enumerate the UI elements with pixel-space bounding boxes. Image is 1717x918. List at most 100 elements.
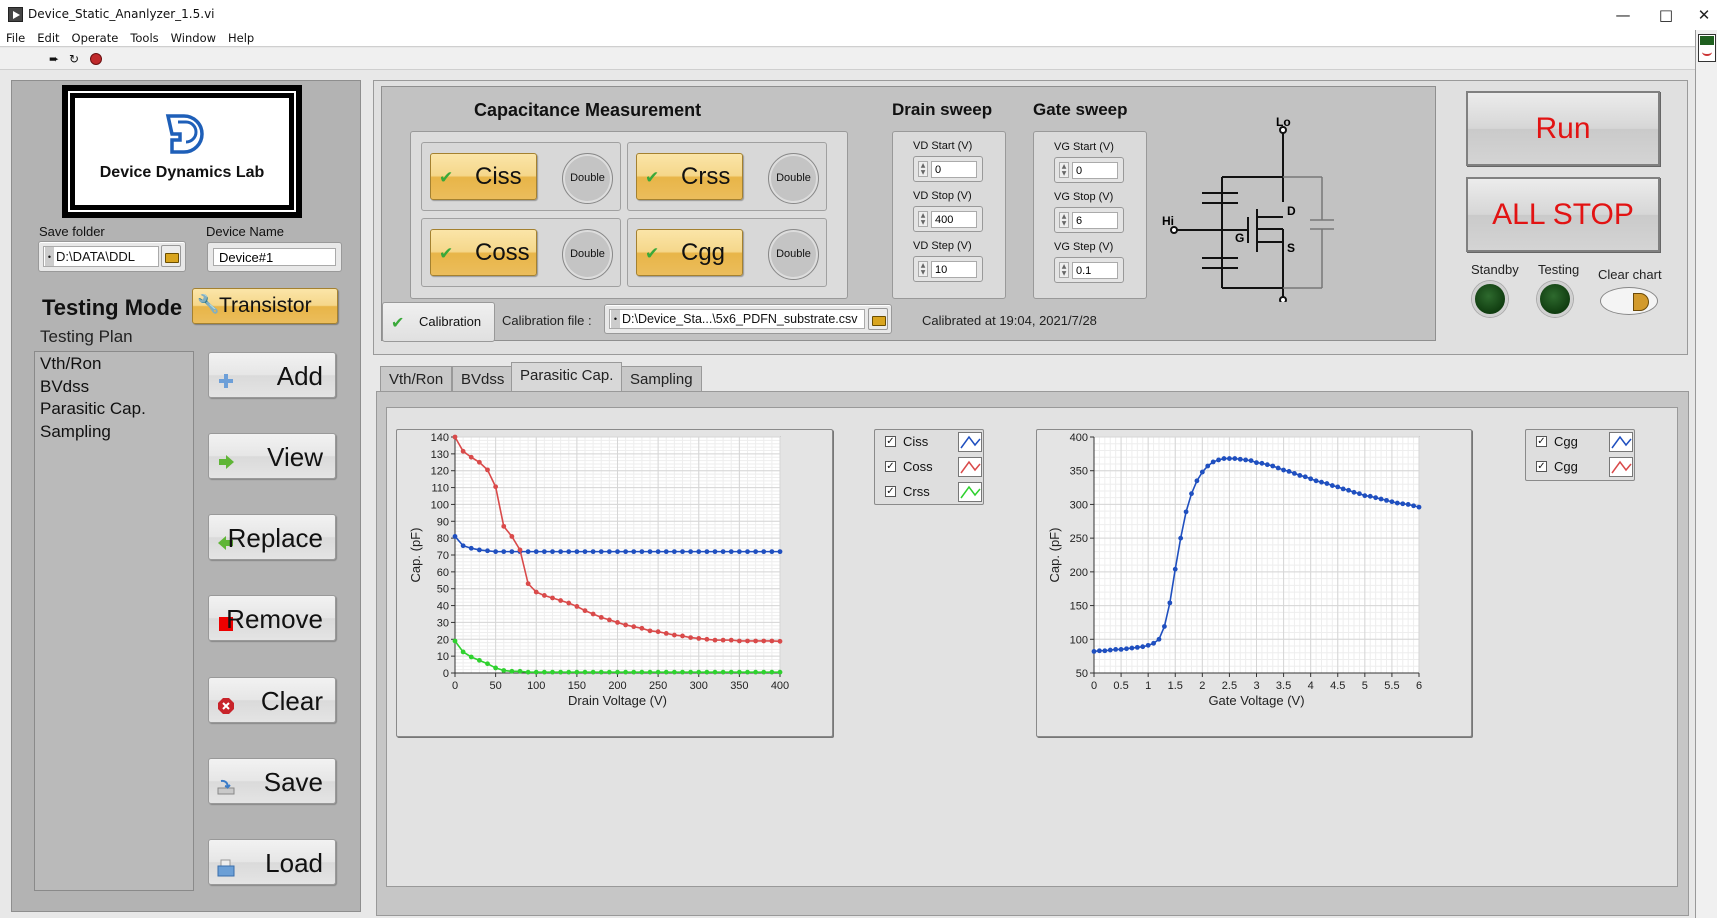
calibration-browse-button[interactable] xyxy=(868,308,888,330)
testing-plan-list[interactable]: Vth/Ron BVdss Parasitic Cap. Sampling xyxy=(34,351,194,891)
ciss-plot-swatch[interactable] xyxy=(958,432,982,452)
data-point xyxy=(509,668,515,674)
spinner-icon[interactable]: ▲ ▼ xyxy=(1059,212,1069,228)
menu-tools[interactable]: Tools xyxy=(124,30,164,46)
vd-start-input[interactable] xyxy=(931,161,977,178)
clear-chart-toggle[interactable] xyxy=(1600,287,1658,315)
run-continuously-icon[interactable]: ↻ xyxy=(67,52,81,66)
data-point xyxy=(533,669,539,675)
menu-window[interactable]: Window xyxy=(165,30,222,46)
coss-toggle[interactable]: ✔ Coss xyxy=(430,229,537,276)
run-arrow-icon[interactable]: ➨ xyxy=(47,52,61,66)
crss-plot-swatch[interactable] xyxy=(958,482,982,502)
vd-stop-input[interactable] xyxy=(931,211,977,228)
menu-file[interactable]: File xyxy=(0,30,31,46)
data-point xyxy=(1162,624,1167,629)
coss-plot-swatch[interactable] xyxy=(958,457,982,477)
testing-mode-button[interactable]: 🔧 Transistor xyxy=(192,288,338,324)
vd-start-control: ▲ ▼ xyxy=(913,156,983,182)
vi-icon-strip xyxy=(1695,30,1717,918)
coss-double-button[interactable]: Double xyxy=(562,229,613,280)
vg-start-input[interactable] xyxy=(1072,162,1118,179)
data-point xyxy=(590,549,596,555)
data-point xyxy=(639,669,645,675)
data-point xyxy=(1091,649,1097,654)
add-button[interactable]: Add xyxy=(208,352,336,398)
cgg-toggle[interactable]: ✔ Cgg xyxy=(636,229,743,276)
menu-help[interactable]: Help xyxy=(222,30,260,46)
check-icon: ✔ xyxy=(439,168,454,187)
y-tick-label: 10 xyxy=(437,651,449,663)
device-name-input[interactable] xyxy=(213,248,336,266)
menu-operate[interactable]: Operate xyxy=(66,30,125,46)
ciss-double-button[interactable]: Double xyxy=(562,153,613,204)
gate-cap-graph: 0 0.5 1 1.5 2 2.5 3 3.5 4 4.5 5 5.5 6 50 100 150 200 250 3… xyxy=(1036,429,1472,737)
spinner-icon[interactable]: ▲ ▼ xyxy=(918,211,928,227)
legend-crss: ✓ Crss xyxy=(885,482,982,504)
tab-sampling[interactable]: Sampling xyxy=(621,366,702,392)
plan-item[interactable]: BVdss xyxy=(40,376,188,399)
legend-checkbox[interactable]: ✓ xyxy=(885,486,896,497)
vd-start-label: VD Start (V) xyxy=(913,140,973,152)
remove-button[interactable]: Remove xyxy=(208,595,336,641)
gate-cap-chart[interactable]: 0 0.5 1 1.5 2 2.5 3 3.5 4 4.5 5 5.5 6 50 100 150 200 250 3… xyxy=(1037,430,1473,738)
save-button[interactable]: Save xyxy=(208,758,336,804)
calibrated-status: Calibrated at 19:04, 2021/7/28 xyxy=(922,313,1097,328)
x-tick-label: 0 xyxy=(452,680,458,692)
load-button[interactable]: Load xyxy=(208,839,336,885)
vg-stop-label: VG Stop (V) xyxy=(1054,191,1114,203)
menu-edit[interactable]: Edit xyxy=(31,30,65,46)
legend-checkbox[interactable]: ✓ xyxy=(885,461,896,472)
data-point xyxy=(574,549,580,555)
legend-ciss: ✓ Ciss xyxy=(885,432,982,454)
ciss-toggle[interactable]: ✔ Ciss xyxy=(430,153,537,200)
calibration-file-input[interactable]: • D:\Device_Sta...\5x6_PDFN_substrate.csv xyxy=(609,309,865,329)
spinner-icon[interactable]: ▲ ▼ xyxy=(918,161,928,177)
clear-button[interactable]: Clear xyxy=(208,677,336,723)
replace-button[interactable]: Replace xyxy=(208,514,336,560)
plan-item[interactable]: Vth/Ron xyxy=(40,353,188,376)
calibration-button[interactable]: ✔ Calibration xyxy=(382,302,495,342)
tab-bvdss[interactable]: BVdss xyxy=(452,366,514,392)
save-folder-input[interactable]: • D:\DATA\DDL xyxy=(43,246,159,267)
all-stop-button[interactable]: ALL STOP xyxy=(1466,177,1660,252)
vg-step-input[interactable] xyxy=(1072,262,1118,279)
legend-checkbox[interactable]: ✓ xyxy=(885,436,896,447)
x-tick-label: 50 xyxy=(490,680,502,692)
plan-item[interactable]: Sampling xyxy=(40,421,188,444)
maximize-button[interactable]: □ xyxy=(1646,3,1686,27)
abort-stop-icon[interactable] xyxy=(89,52,103,66)
data-point xyxy=(761,638,767,644)
view-button[interactable]: View xyxy=(208,433,336,479)
data-point xyxy=(476,459,482,465)
x-axis-label: Drain Voltage (V) xyxy=(568,693,667,708)
legend-checkbox[interactable]: ✓ xyxy=(1536,436,1547,447)
data-point xyxy=(1248,458,1254,463)
vg-stop-input[interactable] xyxy=(1072,212,1118,229)
spinner-icon[interactable]: ▲ ▼ xyxy=(918,261,928,277)
cgg-double-button[interactable]: Double xyxy=(768,229,819,280)
tab-parasitic-cap[interactable]: Parasitic Cap. xyxy=(511,362,623,392)
data-point xyxy=(606,549,612,555)
cgg-plot-swatch-2[interactable] xyxy=(1609,457,1633,477)
spinner-icon[interactable]: ▲ ▼ xyxy=(1059,262,1069,278)
data-point xyxy=(720,637,726,643)
tab-vth-ron[interactable]: Vth/Ron xyxy=(380,366,453,392)
crss-double-button[interactable]: Double xyxy=(768,153,819,204)
vd-step-input[interactable] xyxy=(931,261,977,278)
save-folder-browse-button[interactable] xyxy=(161,245,181,267)
spinner-icon[interactable]: ▲ ▼ xyxy=(1059,162,1069,178)
crss-toggle[interactable]: ✔ Crss xyxy=(636,153,743,200)
plan-item[interactable]: Parasitic Cap. xyxy=(40,398,188,421)
arrow-right-icon xyxy=(217,447,235,469)
data-point xyxy=(606,617,612,623)
cgg-plot-swatch[interactable] xyxy=(1609,432,1633,452)
close-button[interactable]: ✕ xyxy=(1684,3,1717,27)
x-tick-label: 300 xyxy=(690,680,708,692)
data-point xyxy=(1129,645,1135,651)
legend-checkbox[interactable]: ✓ xyxy=(1536,461,1547,472)
run-button[interactable]: Run xyxy=(1466,91,1660,166)
data-point xyxy=(688,549,694,555)
drain-cap-chart[interactable]: 0 50 100 150 200 250 300 350 400 0 10 20 30 40 50 60 70 8… xyxy=(397,430,834,738)
minimize-button[interactable]: — xyxy=(1603,3,1643,27)
